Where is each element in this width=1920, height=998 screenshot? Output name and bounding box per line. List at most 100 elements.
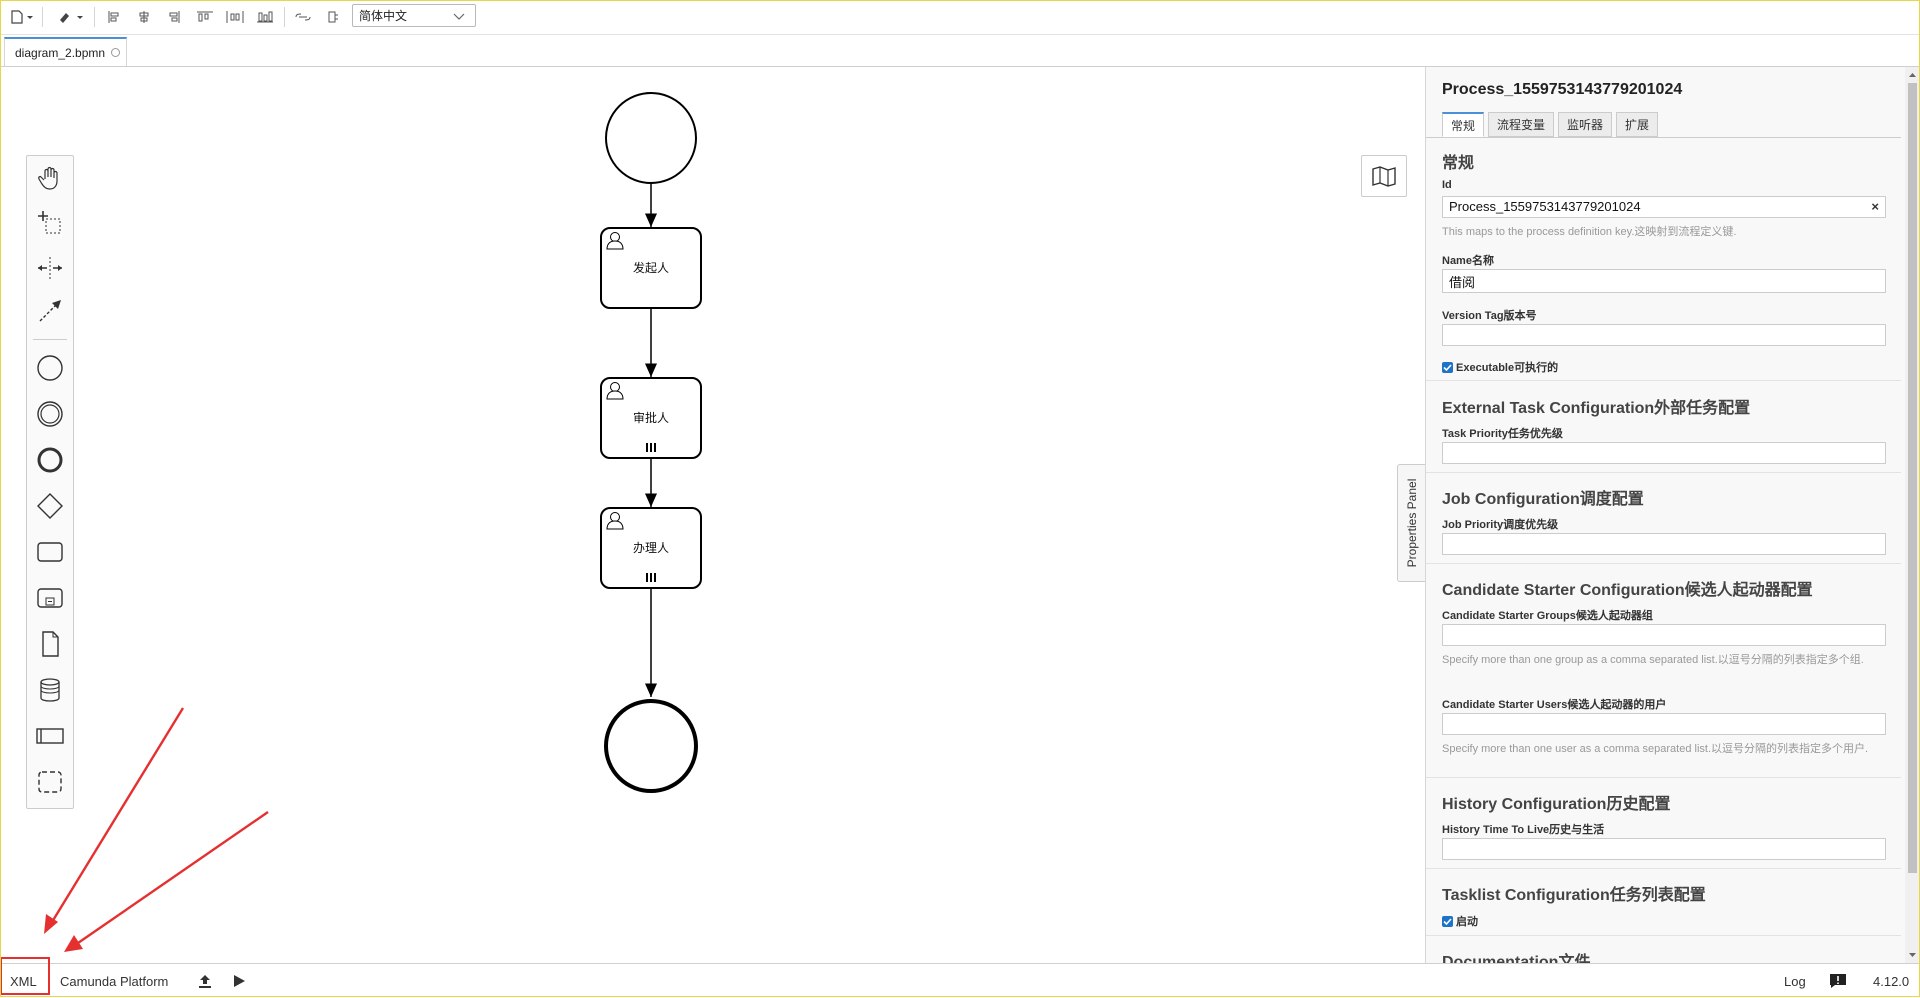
history-ttl-label: History Time To Live历史与生活	[1442, 824, 1605, 836]
link-icon[interactable]	[292, 6, 314, 28]
chevron-down-icon	[453, 13, 465, 20]
subprocess-icon[interactable]	[27, 578, 73, 618]
job-priority-field[interactable]	[1442, 533, 1886, 555]
deploy-icon[interactable]	[197, 964, 213, 998]
name-field-value: 借阅	[1449, 275, 1476, 290]
intermediate-event-icon[interactable]	[27, 394, 73, 434]
tab-listeners[interactable]: 监听器	[1558, 112, 1613, 137]
tab-general[interactable]: 常规	[1442, 112, 1485, 137]
id-hint: This maps to the process definition key.…	[1442, 226, 1737, 238]
task-label-approver: 审批人	[632, 411, 669, 425]
log-button[interactable]: Log	[1784, 964, 1806, 998]
section-job-heading: Job Configuration调度配置	[1442, 491, 1644, 508]
section-divider	[1426, 472, 1901, 473]
tab-bar: diagram_2.bpmn	[0, 35, 1920, 67]
properties-panel-toggle[interactable]: Properties Panel	[1397, 464, 1425, 582]
minimap-toggle-button[interactable]	[1361, 155, 1407, 197]
settings-icon[interactable]	[322, 6, 344, 28]
task-label-initiator: 发起人	[632, 261, 669, 275]
toolbar: 简体中文	[0, 0, 1920, 35]
align-top-icon[interactable]	[194, 6, 216, 28]
hand-tool-icon[interactable]	[27, 158, 73, 198]
scroll-up-icon[interactable]	[1905, 69, 1920, 81]
paint-format-icon[interactable]	[56, 6, 86, 28]
align-right-icon[interactable]	[164, 6, 184, 28]
scroll-down-icon[interactable]	[1905, 949, 1920, 961]
run-icon[interactable]	[232, 964, 246, 998]
data-object-icon[interactable]	[27, 624, 73, 664]
diagram-canvas[interactable]: 发起人 审批人 办理人 Properties Panel	[0, 67, 1425, 963]
candidate-groups-field[interactable]	[1442, 624, 1886, 646]
version-label: 4.12.0	[1873, 964, 1909, 998]
candidate-users-field[interactable]	[1442, 713, 1886, 735]
version-text: 4.12.0	[1873, 973, 1910, 989]
platform-selector[interactable]: Camunda Platform	[60, 964, 168, 998]
task-priority-label: Task Priority任务优先级	[1442, 428, 1563, 440]
version-tag-field[interactable]	[1442, 324, 1886, 346]
task-icon[interactable]	[27, 532, 73, 572]
space-tool-icon[interactable]	[27, 248, 73, 288]
id-field-value: Process_1559753143779201024	[1449, 199, 1641, 214]
language-select[interactable]: 简体中文	[352, 4, 476, 27]
section-candidate-heading: Candidate Starter Configuration候选人起动器配置	[1442, 582, 1813, 599]
bpmn-diagram	[600, 92, 702, 793]
tool-palette	[26, 155, 74, 809]
lasso-tool-icon[interactable]	[27, 203, 73, 243]
tab-diagram[interactable]: diagram_2.bpmn	[4, 37, 127, 66]
candidate-groups-hint: Specify more than one group as a comma s…	[1442, 654, 1864, 666]
distribute-vertical-icon[interactable]	[254, 6, 276, 28]
start-event[interactable]	[605, 92, 697, 184]
pool-icon[interactable]	[27, 716, 73, 756]
version-tag-label: Version Tag版本号	[1442, 310, 1537, 322]
checkbox-checked-icon	[1442, 915, 1453, 927]
candidate-users-label: Candidate Starter Users候选人起动器的用户	[1442, 699, 1667, 711]
scrollbar-thumb[interactable]	[1908, 83, 1917, 873]
new-file-icon[interactable]	[8, 6, 36, 28]
executable-checkbox[interactable]: Executable可执行的	[1442, 359, 1558, 375]
feedback-icon[interactable]	[1829, 964, 1847, 998]
gateway-icon[interactable]	[27, 486, 73, 526]
executable-label: Executable可执行的	[1456, 362, 1559, 374]
data-store-icon[interactable]	[27, 670, 73, 710]
end-event[interactable]	[604, 699, 698, 793]
section-external-heading: External Task Configuration外部任务配置	[1442, 400, 1751, 417]
section-general-heading: 常规	[1442, 155, 1475, 172]
properties-scrollbar[interactable]	[1905, 67, 1920, 963]
id-field[interactable]: Process_1559753143779201024 ×	[1442, 196, 1886, 218]
task-priority-field[interactable]	[1442, 442, 1886, 464]
section-history-heading: History Configuration历史配置	[1442, 796, 1671, 813]
language-select-value: 简体中文	[359, 9, 408, 23]
distribute-horizontal-icon[interactable]	[224, 6, 246, 28]
section-documentation-heading: Documentation文件	[1442, 954, 1591, 963]
checkbox-checked-icon	[1442, 361, 1453, 373]
annotation-highlight-box	[0, 957, 50, 995]
startable-checkbox[interactable]: 启动	[1442, 913, 1478, 929]
section-divider	[1426, 777, 1901, 778]
map-icon	[1372, 166, 1396, 187]
startable-label: 启动	[1456, 916, 1478, 928]
tab-extensions[interactable]: 扩展	[1616, 112, 1659, 137]
global-connect-tool-icon[interactable]	[27, 291, 73, 331]
platform-label: Camunda Platform	[60, 973, 169, 989]
properties-tabs: 常规 流程变量 监听器 扩展	[1442, 112, 1662, 137]
end-event-icon[interactable]	[27, 440, 73, 480]
parallel-multi-instance-icon	[646, 443, 656, 452]
candidate-groups-label: Candidate Starter Groups候选人起动器组	[1442, 610, 1653, 622]
align-left-icon[interactable]	[104, 6, 124, 28]
properties-title: Process_1559753143779201024	[1442, 81, 1683, 98]
align-center-icon[interactable]	[134, 6, 154, 28]
clear-icon[interactable]: ×	[1871, 199, 1879, 214]
job-priority-label: Job Priority调度优先级	[1442, 519, 1559, 531]
group-icon[interactable]	[27, 762, 73, 802]
name-field[interactable]: 借阅	[1442, 269, 1886, 293]
tab-file-name: diagram_2.bpmn	[15, 45, 106, 60]
start-event-icon[interactable]	[27, 348, 73, 388]
section-divider	[1426, 935, 1901, 936]
section-tasklist-heading: Tasklist Configuration任务列表配置	[1442, 887, 1706, 904]
unsaved-dot-icon[interactable]	[111, 48, 121, 57]
history-ttl-field[interactable]	[1442, 838, 1886, 860]
section-divider	[1426, 563, 1901, 564]
properties-panel-toggle-label: Properties Panel	[1404, 478, 1419, 568]
name-label: Name名称	[1442, 255, 1494, 267]
tab-variables[interactable]: 流程变量	[1488, 112, 1555, 137]
